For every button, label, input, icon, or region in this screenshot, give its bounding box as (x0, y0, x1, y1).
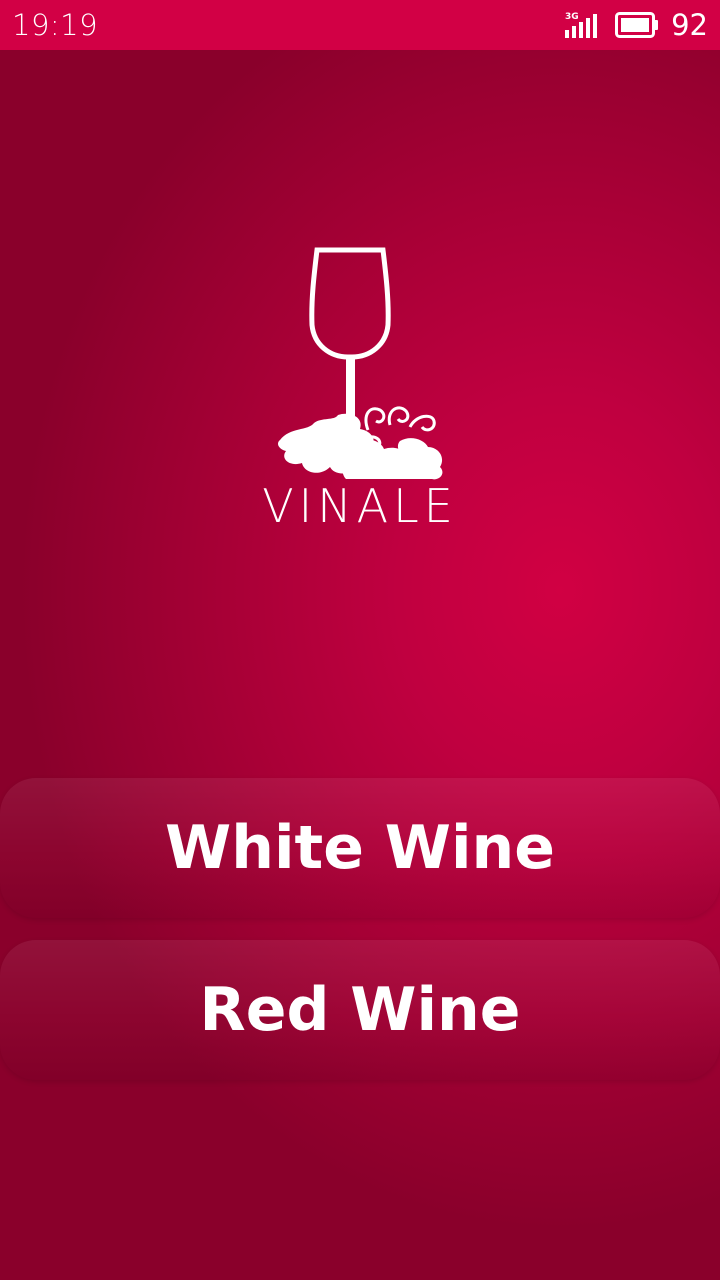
network-type-label: 3G (565, 12, 579, 22)
battery-icon (615, 12, 659, 38)
red-wine-label: Red Wine (199, 975, 521, 1045)
red-wine-button[interactable]: Red Wine (0, 940, 720, 1080)
white-wine-button[interactable]: White Wine (0, 778, 720, 918)
white-wine-label: White Wine (165, 813, 555, 883)
status-icons: 3G 92 (565, 8, 708, 42)
app-logo: VINALE (250, 245, 470, 535)
signal-icon: 3G (565, 10, 601, 40)
status-bar: 19:19 3G 92 (0, 0, 720, 50)
status-time: 19:19 (12, 8, 99, 42)
main-screen: VINALE White Wine Red Wine (0, 50, 720, 1280)
app-wordmark: VINALE (262, 479, 458, 533)
wine-glass-grape-leaves-icon (278, 247, 443, 480)
battery-level: 92 (671, 8, 708, 42)
